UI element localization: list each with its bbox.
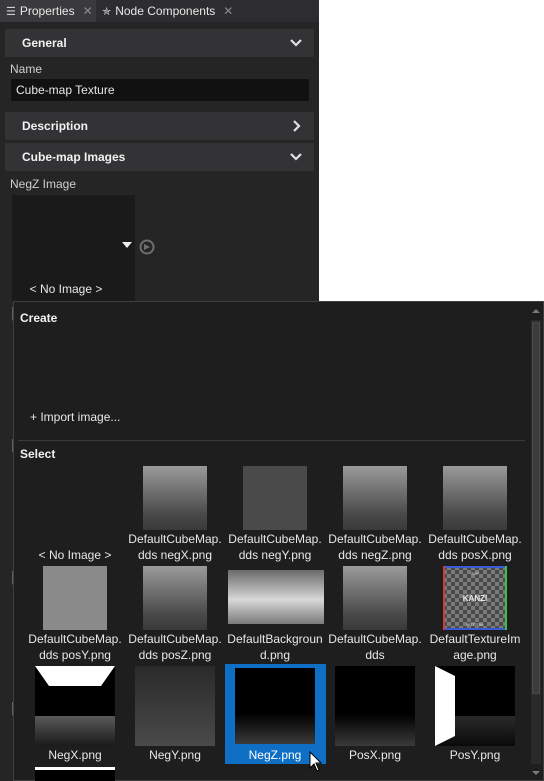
section-cubemap-images[interactable]: Cube-map Images (5, 143, 314, 171)
section-general-label: General (22, 36, 67, 50)
image-item-default-cubemap[interactable]: DefaultCubeMap. dds (325, 564, 425, 664)
image-item-no-image[interactable]: < No Image > (25, 464, 125, 564)
image-item-negz-png[interactable]: NegZ.png (225, 664, 326, 764)
vertical-scrollbar[interactable] (531, 306, 541, 778)
thumbnail-image: KANZI TOP BOTTOM (443, 566, 507, 630)
texture-top-text: TOP (471, 571, 479, 576)
thumbnail-image (35, 767, 115, 781)
components-icon: ✯ (102, 6, 112, 18)
chevron-down-icon[interactable] (288, 143, 304, 171)
properties-icon: ☰ (6, 6, 16, 18)
image-item-posy[interactable]: DefaultCubeMap. dds posY.png (25, 564, 125, 664)
chevron-right-icon[interactable] (288, 112, 304, 140)
negz-image-dropdown[interactable]: < No Image > (12, 195, 135, 301)
section-general[interactable]: General (5, 29, 314, 57)
thumbnail-image (435, 666, 515, 746)
item-caption: DefaultCubeMap. (328, 532, 422, 546)
item-caption: DefaultCubeMap. (128, 532, 222, 546)
item-caption: dds negY.png (238, 548, 312, 562)
item-caption: dds negZ.png (338, 548, 412, 562)
tab-node-components-label: Node Components (115, 4, 216, 18)
image-item-posx[interactable]: DefaultCubeMap. dds posX.png (425, 464, 525, 564)
image-item-negy[interactable]: DefaultCubeMap. dds negY.png (225, 464, 325, 564)
close-icon[interactable]: ✕ (223, 4, 233, 18)
image-item-default-background[interactable]: DefaultBackgroun d.png (225, 564, 325, 664)
image-item-negx[interactable]: DefaultCubeMap. dds negX.png (125, 464, 225, 564)
item-caption: DefaultCubeMap. (328, 632, 422, 646)
item-caption: d.png (259, 648, 291, 662)
tab-properties[interactable]: ☰ Properties ✕ (0, 0, 96, 22)
item-caption: NegX.png (48, 748, 102, 762)
close-icon[interactable]: ✕ (83, 4, 93, 18)
select-title: Select (20, 447, 56, 461)
item-caption: DefaultCubeMap. (28, 632, 122, 646)
thumbnail-image (135, 666, 215, 746)
item-caption: age.png (453, 648, 497, 662)
negz-image-label: NegZ Image (10, 177, 77, 191)
tab-node-components[interactable]: ✯ Node Components ✕ (102, 0, 233, 22)
image-item-negx-png[interactable]: NegX.png (25, 664, 125, 764)
thumbnail-image (143, 566, 207, 630)
thumbnail-image (443, 466, 507, 530)
section-description[interactable]: Description (5, 112, 314, 140)
thumbnail-highlight (35, 767, 115, 770)
image-item-posz[interactable]: DefaultCubeMap. dds posZ.png (125, 564, 225, 664)
thumbnail-image (235, 668, 315, 744)
dropdown-arrow-icon[interactable] (122, 242, 132, 248)
item-caption: PosX.png (348, 748, 402, 762)
image-item-negz[interactable]: DefaultCubeMap. dds negZ.png (325, 464, 425, 564)
item-caption: DefaultCubeMap. (228, 532, 322, 546)
name-field[interactable]: Cube-map Texture (11, 79, 309, 101)
no-image-label: < No Image > (29, 282, 103, 296)
texture-logo-text: KANZI (463, 594, 487, 603)
thumbnail-image (143, 466, 207, 530)
thumbnail-image (43, 566, 107, 630)
item-caption: dds negX.png (137, 548, 213, 562)
chevron-down-icon[interactable] (288, 29, 304, 57)
section-description-label: Description (22, 119, 89, 133)
tab-properties-label: Properties (19, 4, 75, 18)
item-caption: DefaultTextureIm (429, 632, 521, 646)
thumbnail-image (35, 666, 115, 746)
tab-bar: ☰ Properties ✕ ✯ Node Components ✕ (0, 0, 319, 22)
create-title: Create (20, 311, 58, 325)
item-caption: DefaultCubeMap. (428, 532, 522, 546)
item-caption: dds posZ.png (138, 648, 212, 662)
item-caption: dds (365, 648, 385, 662)
scrollbar-thumb[interactable] (532, 322, 540, 694)
texture-bottom-text: BOTTOM (466, 622, 483, 627)
item-caption: NegY.png (149, 748, 201, 762)
image-picker-popup: Create + Import image... Select < No Ima… (13, 301, 544, 781)
thumbnail-image (228, 570, 324, 624)
item-caption: PosY.png (449, 748, 501, 762)
scroll-up-icon[interactable] (531, 306, 541, 316)
image-item-posx-png[interactable]: PosX.png (325, 664, 425, 764)
mouse-cursor-icon (309, 751, 323, 772)
image-item-negy-png[interactable]: NegY.png (125, 664, 225, 764)
section-cubemap-images-label: Cube-map Images (22, 150, 126, 164)
divider (18, 440, 525, 441)
thumbnail-image (335, 666, 415, 746)
item-caption: < No Image > (38, 548, 112, 562)
name-label: Name (10, 62, 43, 76)
go-to-resource-icon[interactable] (139, 239, 155, 255)
thumbnail-image (343, 566, 407, 630)
thumbnail-image (343, 466, 407, 530)
scroll-down-icon[interactable] (531, 768, 541, 778)
thumbnail-image (243, 466, 307, 530)
item-caption: dds posX.png (438, 548, 512, 562)
import-image-button[interactable]: + Import image... (30, 410, 120, 424)
item-caption: DefaultCubeMap. (128, 632, 222, 646)
image-item-posy-png[interactable]: PosY.png (425, 664, 525, 764)
item-caption: DefaultBackgroun (227, 632, 323, 646)
item-caption: dds posY.png (39, 648, 111, 662)
image-item-default-texture[interactable]: KANZI TOP BOTTOM DefaultTextureIm age.pn… (425, 564, 525, 664)
